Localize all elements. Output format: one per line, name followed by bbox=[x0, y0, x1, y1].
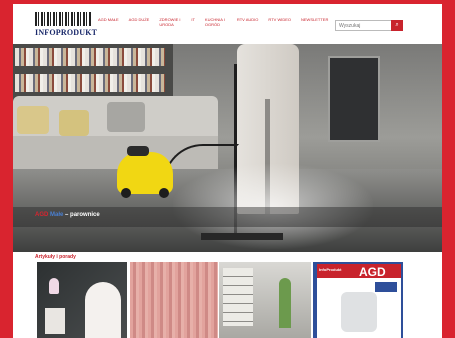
pillow-image bbox=[59, 110, 89, 136]
badge-image bbox=[375, 282, 397, 292]
article-card[interactable] bbox=[37, 262, 127, 338]
site-logo[interactable]: INFOPRODUKT bbox=[35, 12, 98, 38]
section-title: Artykuły i porady bbox=[35, 254, 76, 260]
logo-text: INFOPRODUKT bbox=[35, 28, 98, 37]
pillow-image bbox=[17, 106, 49, 134]
shelf-image bbox=[223, 268, 253, 326]
caption-category: AGD bbox=[35, 212, 49, 218]
hero-banner[interactable]: AGD Małe – parownice bbox=[13, 44, 442, 252]
device-image bbox=[45, 308, 65, 334]
article-card[interactable] bbox=[130, 262, 218, 338]
nav-item-newsletter[interactable]: NEWSLETTER bbox=[301, 17, 328, 27]
steam-cleaner-image bbox=[117, 146, 173, 198]
page-frame: INFOPRODUKT AGD MAŁE AGD DUŻE ZDROWIE I … bbox=[13, 4, 442, 338]
appliance-image bbox=[341, 292, 377, 332]
magazine-card[interactable]: InfoProdukt AGD bbox=[313, 262, 403, 338]
search-button[interactable]: ⌕ bbox=[391, 20, 403, 31]
person-image bbox=[279, 278, 291, 328]
lamp-image bbox=[49, 278, 59, 294]
nav-item-agd-duze[interactable]: AGD DUŻE bbox=[129, 17, 150, 27]
caption-subcategory: Małe bbox=[50, 212, 64, 218]
magazine-title: AGD bbox=[359, 265, 386, 279]
hero-caption[interactable]: AGD Małe – parownice bbox=[35, 212, 100, 218]
nav-item-agd-male[interactable]: AGD MAŁE bbox=[98, 17, 119, 27]
barcode-icon bbox=[35, 12, 91, 26]
nav-item-it[interactable]: IT bbox=[191, 17, 195, 27]
site-header: INFOPRODUKT AGD MAŁE AGD DUŻE ZDROWIE I … bbox=[13, 4, 442, 44]
bookshelf-image bbox=[13, 44, 173, 104]
nav-item-rtv-wideo[interactable]: RTV WIDEO bbox=[268, 17, 291, 27]
magazine-cover: InfoProdukt AGD bbox=[317, 264, 401, 338]
person-image bbox=[85, 282, 121, 338]
nav-item-kuchnia[interactable]: KUCHNIA I OGRÓD bbox=[205, 17, 227, 27]
tv-screen-image bbox=[328, 56, 380, 142]
mop-head-image bbox=[201, 233, 283, 240]
nav-item-zdrowie[interactable]: ZDROWIE I URODA bbox=[159, 17, 181, 27]
pillow-image bbox=[107, 102, 145, 132]
main-nav: AGD MAŁE AGD DUŻE ZDROWIE I URODA IT KUC… bbox=[98, 17, 333, 27]
caption-topic: – parownice bbox=[65, 212, 100, 218]
search-input[interactable] bbox=[335, 20, 397, 31]
article-card[interactable] bbox=[219, 262, 311, 338]
magazine-brand: InfoProdukt bbox=[319, 267, 342, 272]
nav-item-rtv-audio[interactable]: RTV AUDIO bbox=[237, 17, 259, 27]
